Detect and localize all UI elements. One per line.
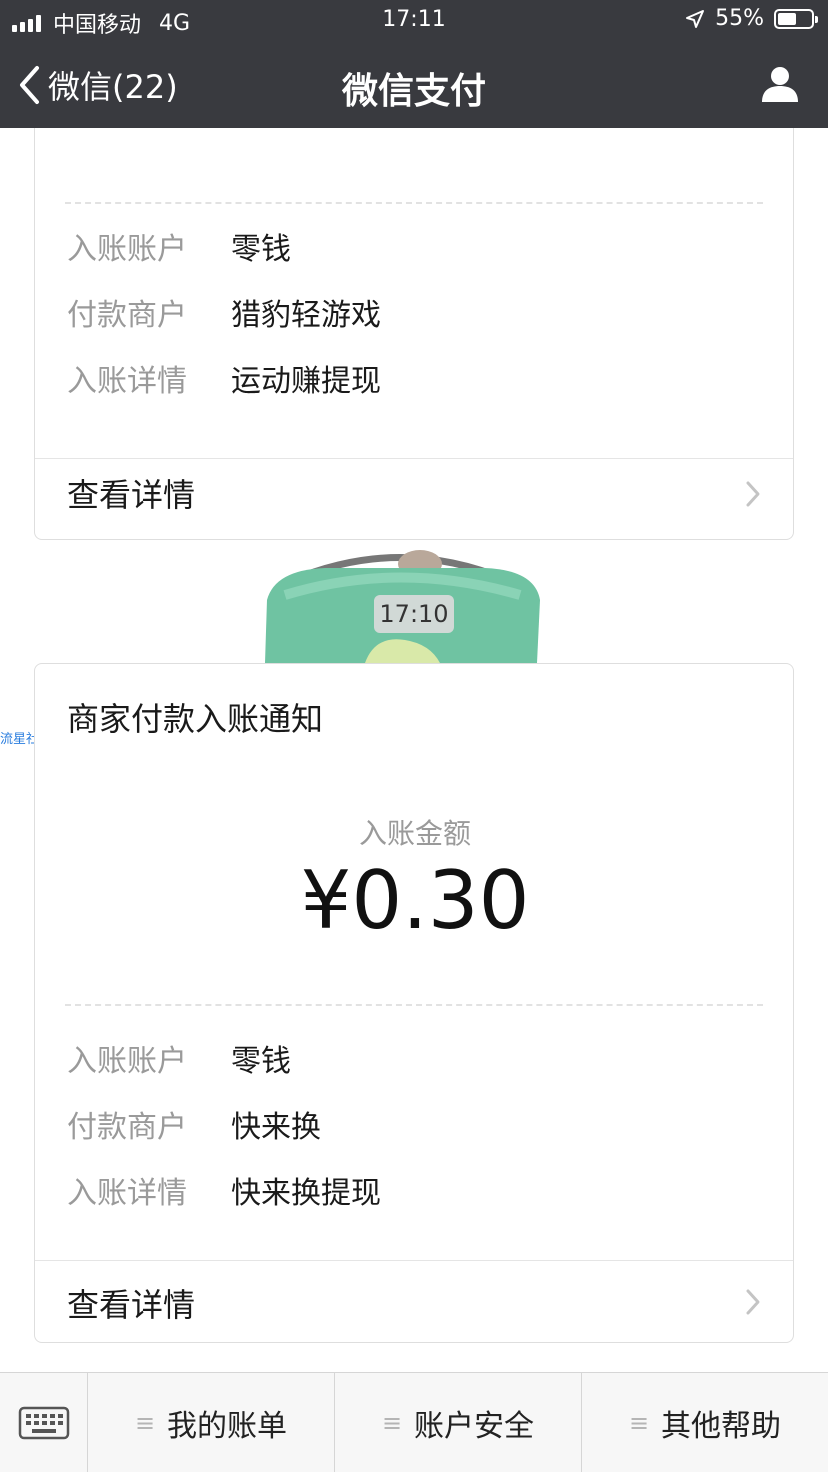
user-icon <box>762 67 798 102</box>
battery-percent: 55% <box>715 6 764 31</box>
menu-other-help[interactable]: ≡ 其他帮助 <box>582 1373 828 1472</box>
payment-notice-card: 商家付款入账通知 入账金额 ¥0.30 入账账户 零钱 付款商户 快来换 入账详… <box>34 663 794 1343</box>
dashed-divider <box>65 1004 763 1006</box>
row-label: 付款商户 <box>67 1110 187 1145</box>
top-bar: 中国移动 4G 17:11 55% 微信(22) 微信支付 <box>0 0 828 128</box>
menu-label: 账户安全 <box>414 1408 535 1444</box>
chevron-right-icon <box>746 1289 760 1315</box>
amount-value: ¥0.30 <box>300 854 530 947</box>
message-list[interactable]: 入账账户 零钱 付款商户 猎豹轻游戏 入账详情 运动赚提现 查看详情 17:10… <box>0 128 828 1372</box>
keyboard-toggle-button[interactable] <box>0 1373 88 1472</box>
row-label: 入账账户 <box>67 232 187 267</box>
location-arrow-icon <box>686 9 705 28</box>
view-details-link[interactable]: 查看详情 <box>67 1280 195 1326</box>
row-label: 入账详情 <box>67 364 187 399</box>
menu-icon: ≡ <box>134 1408 156 1437</box>
nav-bar: 微信(22) 微信支付 <box>0 44 828 128</box>
amount-label: 入账金额 <box>358 817 471 850</box>
row-label: 付款商户 <box>67 298 187 333</box>
info-row: 入账详情 运动赚提现 <box>67 356 381 400</box>
card-divider <box>35 1260 793 1261</box>
row-value: 猎豹轻游戏 <box>231 298 381 333</box>
row-label: 入账账户 <box>67 1044 187 1079</box>
info-row: 入账账户 零钱 <box>67 1036 291 1080</box>
bottom-menu-bar: ≡ 我的账单 ≡ 账户安全 ≡ 其他帮助 <box>0 1372 828 1472</box>
info-row: 入账账户 零钱 <box>67 224 291 268</box>
payment-notice-card: 入账账户 零钱 付款商户 猎豹轻游戏 入账详情 运动赚提现 查看详情 <box>34 128 794 540</box>
view-details-link[interactable]: 查看详情 <box>67 470 195 516</box>
info-row: 付款商户 快来换 <box>67 1102 321 1146</box>
card-divider <box>35 458 793 459</box>
menu-icon: ≡ <box>381 1408 403 1437</box>
menu-icon: ≡ <box>628 1408 650 1437</box>
card-title: 商家付款入账通知 <box>67 700 324 738</box>
info-row: 付款商户 猎豹轻游戏 <box>67 290 381 334</box>
menu-label: 我的账单 <box>167 1408 288 1444</box>
row-value: 零钱 <box>231 1044 291 1079</box>
chevron-right-icon <box>746 481 760 507</box>
info-row: 入账详情 快来换提现 <box>67 1168 381 1212</box>
battery-icon <box>774 8 818 29</box>
message-timestamp: 17:10 <box>374 595 454 633</box>
page-title: 微信支付 <box>341 71 486 112</box>
row-value: 快来换 <box>231 1110 321 1145</box>
menu-label: 其他帮助 <box>661 1408 782 1444</box>
row-label: 入账详情 <box>67 1176 187 1211</box>
profile-button[interactable] <box>760 64 800 108</box>
row-value: 零钱 <box>231 232 291 267</box>
keyboard-icon <box>18 1406 69 1439</box>
menu-my-bills[interactable]: ≡ 我的账单 <box>88 1373 335 1472</box>
row-value: 快来换提现 <box>231 1176 381 1211</box>
row-value: 运动赚提现 <box>231 364 381 399</box>
dashed-divider <box>65 202 763 204</box>
menu-account-security[interactable]: ≡ 账户安全 <box>335 1373 582 1472</box>
status-bar: 中国移动 4G 17:11 55% <box>0 0 828 40</box>
